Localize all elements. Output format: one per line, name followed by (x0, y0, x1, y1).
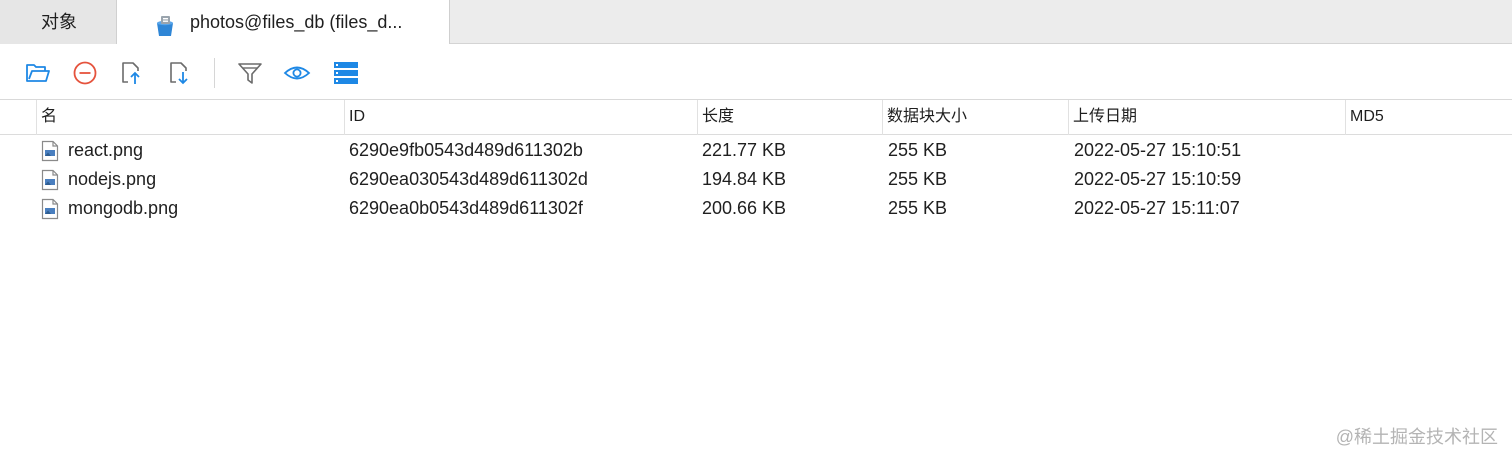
column-header-md5[interactable]: MD5 (1345, 100, 1512, 135)
column-header-length[interactable]: 长度 (697, 100, 882, 135)
column-header-label: 上传日期 (1073, 108, 1138, 125)
cell-id: 6290ea0b0543d489d611302f (349, 198, 583, 218)
tab-bar: 对象 photos@files_db (files_d... (0, 0, 1512, 45)
toolbar (0, 44, 1512, 100)
column-header-chunk-size[interactable]: 数据块大小 (882, 100, 1068, 135)
tab-photos-label: photos@files_db (files_d... (190, 12, 403, 32)
column-header-label: 数据块大小 (887, 108, 968, 125)
image-file-icon (41, 198, 59, 220)
table-row[interactable]: mongodb.png 6290ea0b0543d489d611302f 200… (0, 194, 1512, 223)
cell-chunk-size: 255 KB (888, 198, 948, 218)
column-header-label: ID (349, 108, 365, 125)
table-row[interactable]: nodejs.png 6290ea030543d489d611302d 194.… (0, 165, 1512, 194)
eye-icon (283, 59, 311, 87)
filter-button[interactable] (236, 59, 264, 87)
cell-id: 6290e9fb0543d489d611302b (349, 140, 583, 160)
open-folder-button[interactable] (24, 59, 52, 87)
download-file-icon (166, 59, 194, 87)
cell-name: react.png (68, 140, 144, 160)
tab-photos-bucket[interactable]: photos@files_db (files_d... (117, 0, 450, 45)
column-header-name[interactable]: 名 (36, 100, 343, 135)
preview-button[interactable] (283, 59, 311, 87)
download-button[interactable] (166, 59, 194, 87)
tab-objects[interactable]: 对象 (0, 0, 117, 44)
grid-view-button[interactable] (332, 59, 360, 87)
delete-button[interactable] (71, 59, 99, 87)
column-header-upload-date[interactable]: 上传日期 (1068, 100, 1345, 135)
toolbar-separator (214, 58, 215, 88)
folder-open-icon (24, 59, 52, 87)
cell-upload-date: 2022-05-27 15:10:51 (1074, 140, 1242, 160)
tab-objects-label: 对象 (41, 12, 77, 32)
upload-button[interactable] (118, 59, 146, 87)
files-table: 名 ID 长度 数据块大小 上传日期 MD5 react.png 6290e9f… (0, 100, 1512, 223)
minus-circle-icon (71, 59, 99, 87)
cell-length: 221.77 KB (702, 140, 787, 160)
cell-length: 200.66 KB (702, 198, 787, 218)
column-header-label: 名 (41, 108, 58, 125)
cell-length: 194.84 KB (702, 169, 787, 189)
cell-name: mongodb.png (68, 198, 179, 218)
watermark: @稀土掘金技术社区 (1335, 427, 1498, 447)
cell-chunk-size: 255 KB (888, 169, 948, 189)
grid-view-icon (332, 59, 360, 87)
cell-chunk-size: 255 KB (888, 140, 948, 160)
image-file-icon (41, 140, 59, 162)
column-header-id[interactable]: ID (344, 100, 696, 135)
cell-id: 6290ea030543d489d611302d (349, 169, 588, 189)
upload-file-icon (118, 59, 146, 87)
filter-icon (236, 59, 264, 87)
cell-upload-date: 2022-05-27 15:10:59 (1074, 169, 1242, 189)
column-header-label: 长度 (702, 108, 735, 125)
cell-upload-date: 2022-05-27 15:11:07 (1074, 198, 1240, 218)
cell-name: nodejs.png (68, 169, 157, 189)
table-header: 名 ID 长度 数据块大小 上传日期 MD5 (0, 100, 1512, 135)
image-file-icon (41, 169, 59, 191)
table-row[interactable]: react.png 6290e9fb0543d489d611302b 221.7… (0, 136, 1512, 165)
column-header-label: MD5 (1350, 108, 1384, 125)
gridfs-bucket-icon (153, 10, 177, 36)
